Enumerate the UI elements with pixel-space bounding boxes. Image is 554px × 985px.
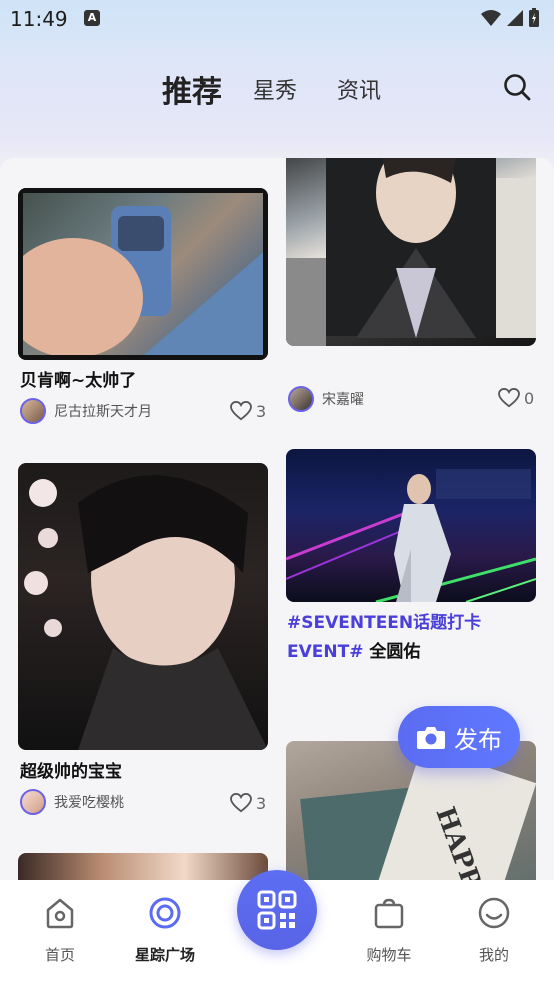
like-count: 3 bbox=[256, 793, 267, 813]
photo-concert bbox=[286, 469, 536, 602]
post-card[interactable]: 贝肯啊~太帅了 尼古拉斯天才月 3 bbox=[18, 188, 268, 428]
search-icon[interactable] bbox=[502, 72, 532, 102]
post-image[interactable] bbox=[286, 449, 536, 602]
status-time: 11:49 bbox=[10, 7, 68, 31]
like-button[interactable]: 0 bbox=[498, 388, 534, 408]
qr-scan-icon bbox=[257, 890, 297, 930]
post-card[interactable]: 超级帅的宝宝 我爱吃樱桃 3 bbox=[18, 463, 268, 823]
tab-recommend[interactable]: 推荐 bbox=[162, 67, 222, 111]
post-image[interactable] bbox=[18, 188, 268, 360]
top-nav: 推荐 星秀 资讯 bbox=[0, 64, 554, 112]
post-card[interactable]: #SEVENTEEN话题打卡 EVENT# 全圆佑 一路 6 bbox=[286, 449, 536, 861]
post-image[interactable] bbox=[18, 463, 268, 750]
post-author[interactable]: 我爱吃樱桃 bbox=[20, 789, 124, 815]
like-button[interactable]: 3 bbox=[230, 401, 266, 421]
nav-item-profile[interactable]: 我的 bbox=[454, 880, 534, 965]
photo-photocard bbox=[286, 158, 536, 346]
photo-mirror-selfie bbox=[18, 188, 268, 360]
post-image[interactable] bbox=[286, 158, 536, 346]
status-icons bbox=[480, 8, 540, 28]
author-name: 尼古拉斯天才月 bbox=[54, 404, 152, 420]
tab-star-show[interactable]: 星秀 bbox=[253, 73, 297, 105]
topic-tag[interactable]: EVENT# bbox=[287, 642, 363, 662]
nav-item-home[interactable]: 首页 bbox=[20, 880, 100, 965]
author-name: 宋嘉曜 bbox=[322, 392, 364, 408]
author-name: 我爱吃樱桃 bbox=[54, 795, 124, 811]
nav-item-cart[interactable]: 购物车 bbox=[349, 880, 429, 965]
heart-icon bbox=[498, 388, 520, 408]
qr-scan-button[interactable] bbox=[237, 870, 317, 950]
like-count: 0 bbox=[524, 388, 535, 408]
smile-icon bbox=[478, 897, 510, 929]
wifi-icon bbox=[481, 10, 501, 26]
post-title: 贝肯啊~太帅了 bbox=[20, 371, 137, 391]
post-title: 超级帅的宝宝 bbox=[20, 762, 122, 782]
like-button[interactable]: 3 bbox=[230, 793, 266, 813]
tab-news[interactable]: 资讯 bbox=[337, 73, 381, 105]
post-title: #SEVENTEEN话题打卡 EVENT# 全圆佑 bbox=[287, 609, 481, 667]
nav-item-star-square[interactable]: 星踪广场 bbox=[125, 880, 205, 965]
publish-button[interactable]: 发布 bbox=[398, 706, 520, 768]
bag-icon bbox=[374, 898, 404, 929]
heart-icon bbox=[230, 401, 252, 421]
like-count: 3 bbox=[256, 401, 267, 421]
post-author[interactable]: 尼古拉斯天才月 bbox=[20, 398, 152, 424]
status-a-badge: A bbox=[84, 10, 100, 26]
post-card[interactable]: 宋嘉曜 0 bbox=[286, 158, 536, 418]
post-title-text: 全圆佑 bbox=[363, 642, 421, 662]
avatar bbox=[20, 789, 46, 815]
nav-label: 首页 bbox=[44, 946, 75, 964]
battery-icon bbox=[529, 8, 539, 27]
heart-icon bbox=[230, 793, 252, 813]
photo-portrait bbox=[24, 475, 268, 750]
avatar bbox=[20, 398, 46, 424]
camera-icon bbox=[417, 727, 445, 749]
nav-label: 星踪广场 bbox=[134, 946, 195, 964]
publish-label: 发布 bbox=[454, 725, 502, 754]
avatar bbox=[288, 386, 314, 412]
status-bar: 11:49 A bbox=[0, 0, 554, 38]
topic-tag[interactable]: #SEVENTEEN话题打卡 bbox=[287, 613, 481, 633]
nav-label: 购物车 bbox=[366, 946, 412, 964]
post-author[interactable]: 宋嘉曜 bbox=[288, 386, 364, 412]
signal-icon bbox=[507, 10, 523, 26]
home-icon bbox=[46, 898, 74, 929]
feed[interactable]: 贝肯啊~太帅了 尼古拉斯天才月 3 宋嘉曜 0 超级帅的宝宝 我爱吃樱桃 3 #… bbox=[0, 158, 554, 888]
nav-label: 我的 bbox=[478, 946, 509, 964]
target-icon bbox=[149, 897, 181, 929]
